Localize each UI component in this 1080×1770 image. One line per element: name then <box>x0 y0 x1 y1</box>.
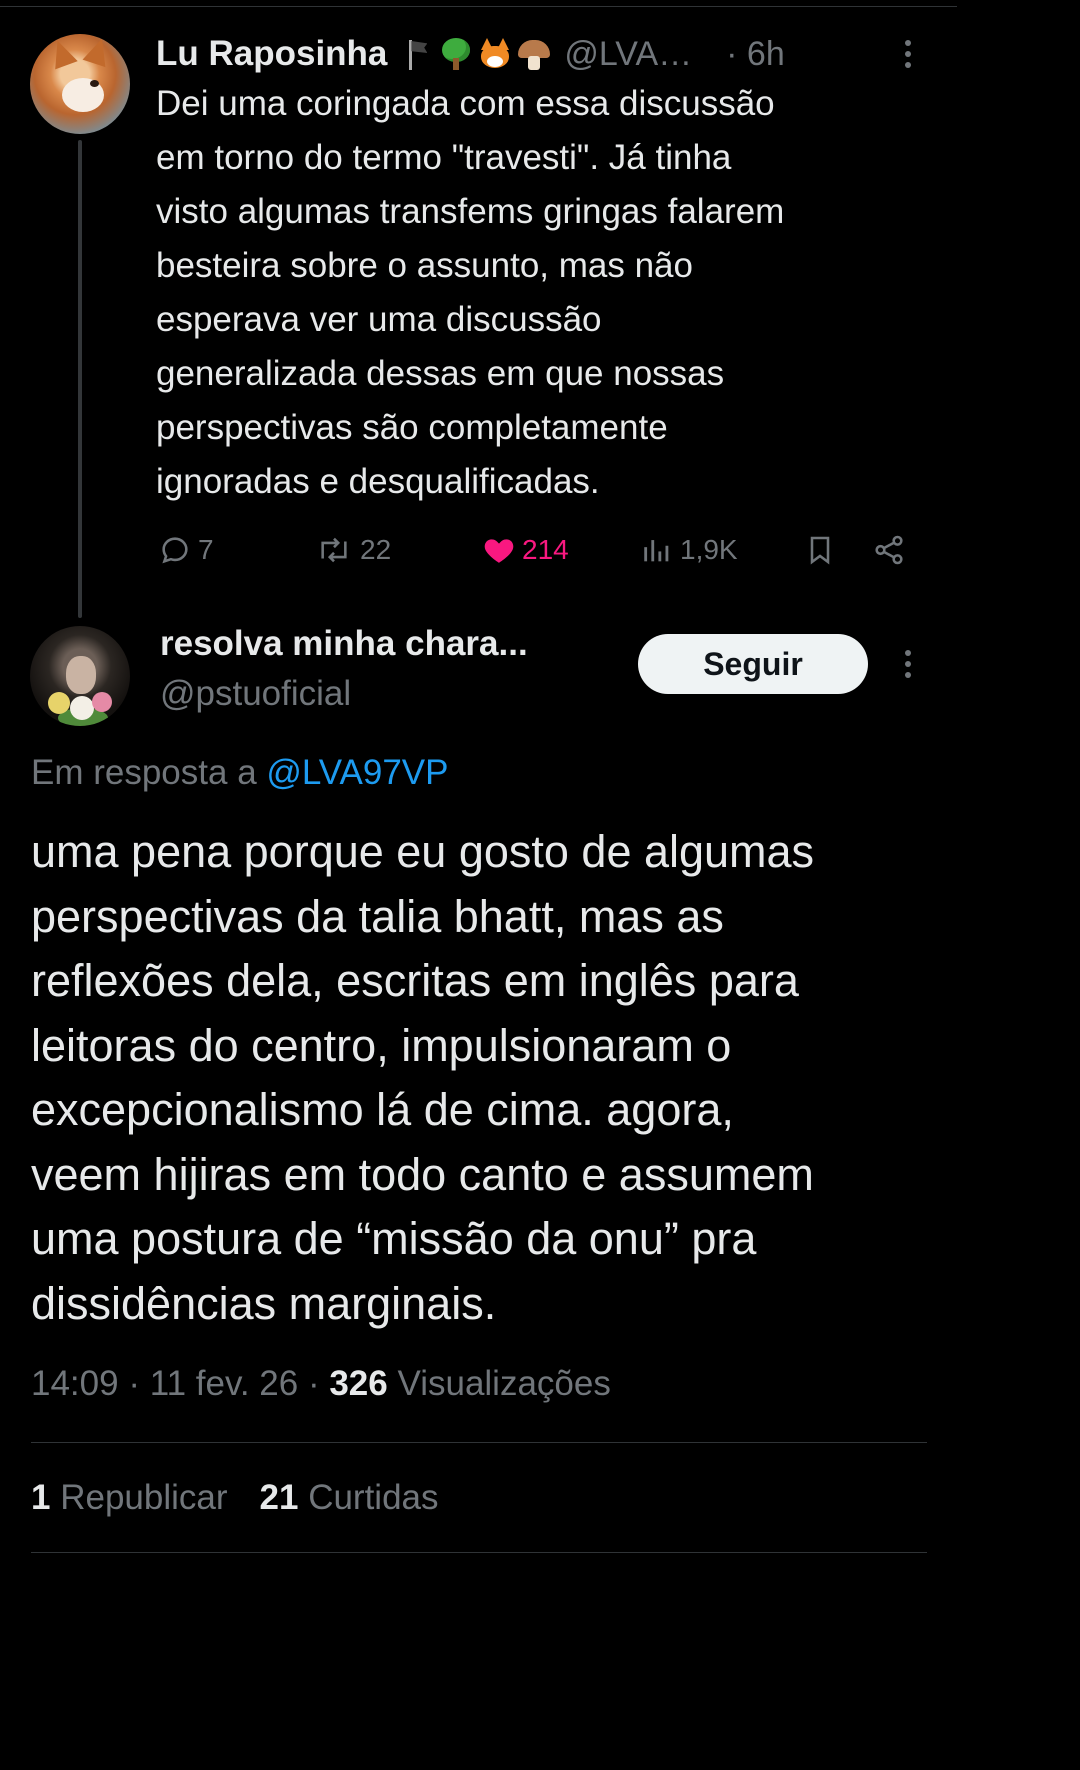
reply-button[interactable]: 7 <box>158 528 214 572</box>
reply-count: 7 <box>198 534 214 565</box>
tweet-thread-page: Lu Raposinha @LVA… · 6h Dei uma coringad… <box>0 0 957 1568</box>
mushroom-icon <box>516 36 552 72</box>
tweet-date[interactable]: 11 fev. 26 <box>150 1364 299 1403</box>
main-tweet-text: uma pena porque eu gosto de algumas pers… <box>31 826 815 1329</box>
parent-author-handle[interactable]: @LVA… <box>564 35 692 74</box>
parent-tweet-header: Lu Raposinha @LVA… · 6h <box>156 32 785 76</box>
likes-stat-label: Curtidas <box>308 1478 439 1517</box>
reply-mention-link[interactable]: @LVA97VP <box>266 753 448 792</box>
parent-tweet-text: Dei uma coringada com essa discussão em … <box>156 84 785 501</box>
reply-icon <box>162 537 188 564</box>
follow-button[interactable]: Seguir <box>638 634 868 694</box>
views-label: Visualizações <box>397 1364 611 1403</box>
reply-context: Em resposta a @LVA97VP <box>31 753 449 793</box>
likes-stat-count: 21 <box>259 1478 299 1517</box>
views-chart-icon <box>644 540 669 562</box>
main-author-handle[interactable]: @pstuoficial <box>160 674 351 714</box>
parent-tweet-time[interactable]: · 6h <box>726 35 785 74</box>
parent-more-options-icon[interactable] <box>900 36 916 72</box>
stats-divider-bottom <box>31 1552 927 1553</box>
repost-icon <box>321 537 347 563</box>
parent-author-name[interactable]: Lu Raposinha <box>156 34 387 74</box>
bookmark-icon <box>810 536 830 565</box>
author-emoji-badges <box>399 36 552 72</box>
fox-icon <box>477 36 513 72</box>
stats-divider-top <box>31 1442 927 1443</box>
main-author-name[interactable]: resolva minha chara... <box>160 624 528 664</box>
main-more-options-icon[interactable] <box>900 646 916 682</box>
reposts-stat[interactable]: 1 Republicar <box>31 1478 228 1518</box>
like-button[interactable]: 214 <box>482 528 569 572</box>
share-icon <box>875 535 903 565</box>
like-count: 214 <box>522 534 569 565</box>
views-count: 1,9K <box>680 534 738 565</box>
heart-filled-icon <box>484 539 514 563</box>
main-avatar[interactable] <box>30 626 130 726</box>
tweet-stats: 1 Republicar 21 Curtidas <box>31 1478 439 1518</box>
share-button[interactable] <box>872 528 906 572</box>
tweet-time[interactable]: 14:09 <box>31 1364 119 1403</box>
black-flag-icon <box>399 36 435 72</box>
repost-button[interactable]: 22 <box>314 528 391 572</box>
reposts-stat-label: Republicar <box>60 1478 228 1517</box>
reposts-stat-count: 1 <box>31 1478 51 1517</box>
reply-prefix: Em resposta a <box>31 753 267 792</box>
parent-avatar[interactable] <box>30 34 130 134</box>
views-total: 326 <box>329 1364 388 1403</box>
bookmark-button[interactable] <box>804 528 836 572</box>
parent-tweet[interactable]: Lu Raposinha @LVA… · 6h Dei uma coringad… <box>0 0 957 620</box>
views-button[interactable]: 1,9K <box>640 528 738 572</box>
tweet-meta: 14:09 · 11 fev. 26 · 326 Visualizações <box>31 1364 611 1403</box>
tree-icon <box>438 36 474 72</box>
likes-stat[interactable]: 21 Curtidas <box>260 1478 439 1518</box>
repost-count: 22 <box>360 534 392 565</box>
parent-action-bar: 7 22 214 1,9K <box>0 528 957 572</box>
